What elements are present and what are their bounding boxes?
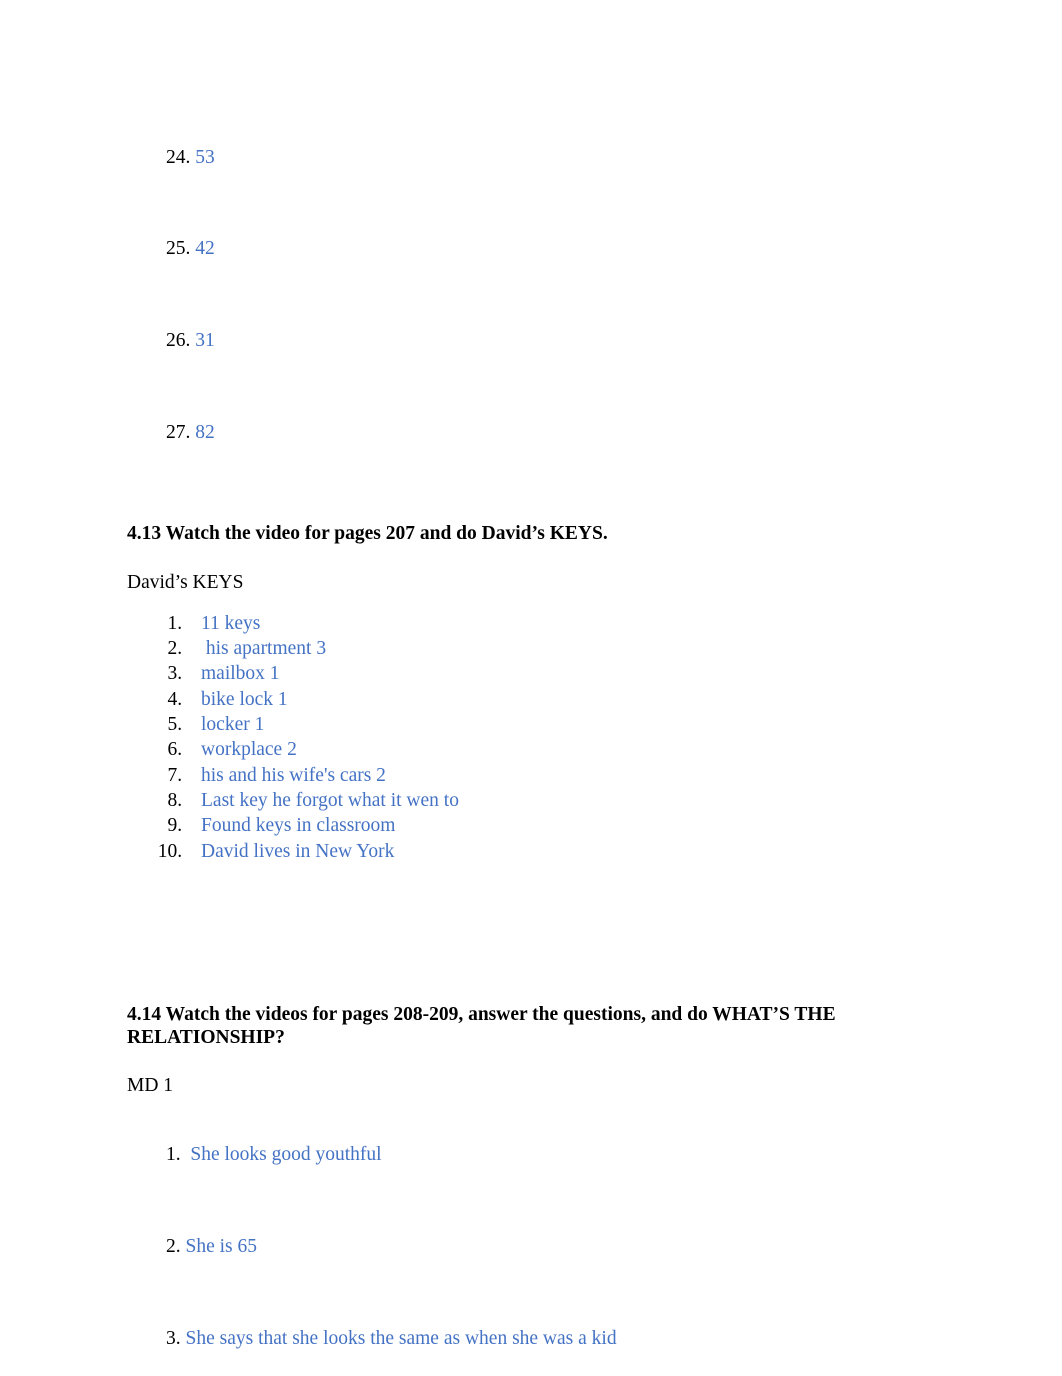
list-item: workplace 2 bbox=[187, 737, 987, 762]
list-item: his apartment 3 bbox=[187, 636, 987, 661]
list-item: David lives in New York bbox=[187, 839, 987, 864]
list-item: his and his wife's cars 2 bbox=[187, 763, 987, 788]
item-number: 27. bbox=[166, 422, 191, 444]
answer-row: 1. She looks good youthful bbox=[127, 1122, 987, 1190]
document-body: 24. 53 25. 42 26. 31 27. 82 4.13 Watch t… bbox=[127, 0, 987, 1376]
answer-row: 2. She is 65 bbox=[127, 1214, 987, 1282]
answer-row: 3. She says that she looks the same as w… bbox=[127, 1305, 987, 1373]
list-item: 11 keys bbox=[187, 611, 987, 636]
numeric-answer-row: 25. 42 bbox=[127, 216, 987, 284]
item-number: 1. bbox=[166, 1144, 181, 1166]
list-item: mailbox 1 bbox=[187, 661, 987, 686]
item-separator bbox=[181, 1144, 191, 1165]
numeric-answer-row: 26. 31 bbox=[127, 308, 987, 376]
item-answer: 31 bbox=[195, 330, 215, 352]
item-number: 3. bbox=[166, 1328, 181, 1350]
item-answer: 82 bbox=[195, 422, 215, 444]
list-item: bike lock 1 bbox=[187, 687, 987, 712]
document-page: 24. 53 25. 42 26. 31 27. 82 4.13 Watch t… bbox=[0, 0, 1062, 1376]
item-number: 24. bbox=[166, 146, 191, 168]
section-heading-4-13: 4.13 Watch the video for pages 207 and d… bbox=[127, 523, 608, 545]
section-heading-4-14: 4.14 Watch the videos for pages 208-209,… bbox=[127, 1003, 841, 1048]
numeric-answer-row: 24. 53 bbox=[127, 124, 987, 192]
item-number: 25. bbox=[166, 238, 191, 260]
subheading-davids-keys: David’s KEYS bbox=[127, 571, 244, 593]
davids-keys-list: 11 keys his apartment 3 mailbox 1 bike l… bbox=[187, 611, 987, 864]
list-item: Last key he forgot what it wen to bbox=[187, 788, 987, 813]
list-item: Found keys in classroom bbox=[187, 813, 987, 838]
group-label-md-1: MD 1 bbox=[127, 1075, 174, 1097]
item-answer: 42 bbox=[195, 238, 215, 260]
list-item: locker 1 bbox=[187, 712, 987, 737]
item-answer: She is 65 bbox=[185, 1236, 258, 1258]
item-number: 26. bbox=[166, 330, 191, 352]
md-1-answer-list: 1. She looks good youthful 2. She is 65 … bbox=[127, 1122, 987, 1376]
item-answer: She says that she looks the same as when… bbox=[185, 1328, 617, 1350]
item-number: 2. bbox=[166, 1236, 181, 1258]
numeric-answer-row: 27. 82 bbox=[127, 399, 987, 467]
item-answer: 53 bbox=[195, 146, 215, 168]
numeric-answer-list: 24. 53 25. 42 26. 31 27. 82 bbox=[127, 124, 987, 467]
item-answer: She looks good youthful bbox=[190, 1144, 382, 1166]
